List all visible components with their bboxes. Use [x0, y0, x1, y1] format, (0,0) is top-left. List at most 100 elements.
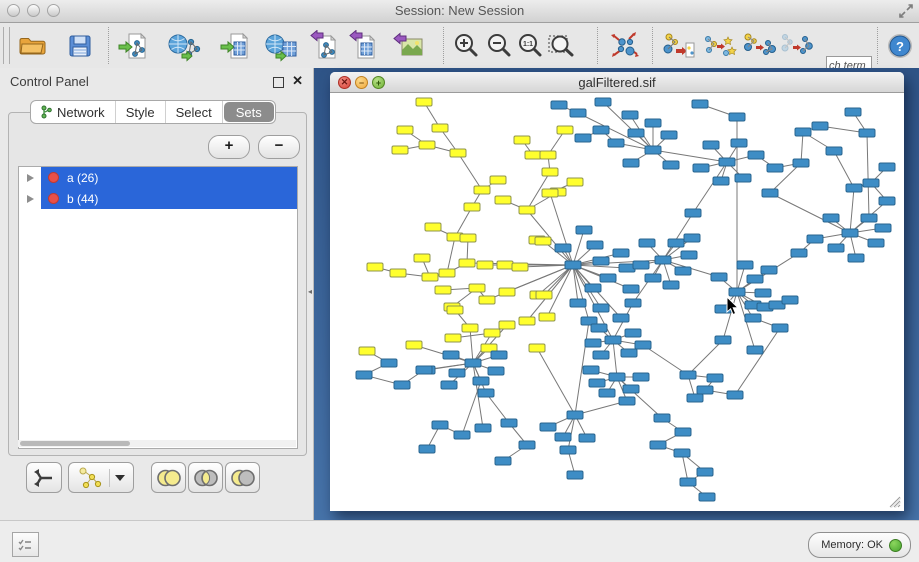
- graph-node[interactable]: [635, 341, 651, 349]
- graph-node[interactable]: [767, 164, 783, 172]
- graph-node[interactable]: [478, 389, 494, 397]
- graph-edge[interactable]: [850, 188, 854, 233]
- graph-node[interactable]: [823, 214, 839, 222]
- graph-edge[interactable]: [688, 340, 723, 375]
- graph-node[interactable]: [711, 273, 727, 281]
- graph-node[interactable]: [663, 161, 679, 169]
- graph-node[interactable]: [589, 379, 605, 387]
- graph-node[interactable]: [680, 371, 696, 379]
- graph-node[interactable]: [861, 214, 877, 222]
- graph-node[interactable]: [599, 389, 615, 397]
- graph-edge[interactable]: [643, 345, 688, 375]
- graph-node[interactable]: [661, 131, 677, 139]
- close-panel-icon[interactable]: ✕: [292, 73, 303, 89]
- graph-node[interactable]: [879, 197, 895, 205]
- graph-node[interactable]: [715, 336, 731, 344]
- graph-node[interactable]: [605, 336, 621, 344]
- memory-status-badge[interactable]: Memory: OK: [808, 532, 911, 558]
- graph-node[interactable]: [772, 324, 788, 332]
- graph-node[interactable]: [680, 478, 696, 486]
- graph-node[interactable]: [713, 177, 729, 185]
- graph-node[interactable]: [495, 457, 511, 465]
- graph-node-selected[interactable]: [484, 329, 500, 337]
- graph-node[interactable]: [699, 493, 715, 501]
- set-difference-button[interactable]: [225, 462, 260, 493]
- graph-node[interactable]: [488, 367, 504, 375]
- fullscreen-icon[interactable]: [899, 4, 913, 18]
- graph-node[interactable]: [381, 359, 397, 367]
- graph-node-selected[interactable]: [536, 291, 552, 299]
- create-set-from-network-button[interactable]: [68, 462, 134, 493]
- graph-node[interactable]: [628, 129, 644, 137]
- graph-node[interactable]: [863, 179, 879, 187]
- graph-node-selected[interactable]: [390, 269, 406, 277]
- graph-edge[interactable]: [447, 237, 455, 273]
- graph-edge[interactable]: [613, 340, 617, 377]
- graph-node[interactable]: [846, 184, 862, 192]
- graph-node-selected[interactable]: [447, 306, 463, 314]
- remove-set-button[interactable]: −: [258, 135, 300, 159]
- graph-edge[interactable]: [537, 348, 575, 415]
- graph-node-selected[interactable]: [512, 263, 528, 271]
- graph-node[interactable]: [681, 251, 697, 259]
- graph-edge[interactable]: [801, 132, 803, 163]
- graph-node[interactable]: [879, 163, 895, 171]
- graph-node[interactable]: [623, 159, 639, 167]
- graph-node[interactable]: [585, 284, 601, 292]
- import-network-web-button[interactable]: [166, 28, 202, 64]
- open-session-button[interactable]: [14, 28, 50, 64]
- graph-node[interactable]: [621, 349, 637, 357]
- graph-node[interactable]: [567, 471, 583, 479]
- graph-node-selected[interactable]: [497, 261, 513, 269]
- graph-node-selected[interactable]: [477, 261, 493, 269]
- graph-node-selected[interactable]: [567, 178, 583, 186]
- graph-node-selected[interactable]: [464, 203, 480, 211]
- graph-node[interactable]: [579, 434, 595, 442]
- graph-node[interactable]: [560, 446, 576, 454]
- tab-sets[interactable]: Sets: [224, 102, 274, 122]
- graph-node[interactable]: [501, 419, 517, 427]
- graph-node[interactable]: [613, 314, 629, 322]
- graph-node[interactable]: [519, 441, 535, 449]
- graph-node[interactable]: [619, 397, 635, 405]
- graph-node[interactable]: [685, 209, 701, 217]
- graph-node[interactable]: [585, 339, 601, 347]
- graph-node-selected[interactable]: [462, 324, 478, 332]
- graph-node[interactable]: [692, 100, 708, 108]
- graph-node[interactable]: [622, 111, 638, 119]
- graph-node[interactable]: [593, 304, 609, 312]
- graph-node[interactable]: [609, 373, 625, 381]
- import-network-file-button[interactable]: [115, 28, 151, 64]
- graph-node-selected[interactable]: [525, 151, 541, 159]
- graph-edge[interactable]: [770, 193, 850, 233]
- dropdown-arrow-icon[interactable]: [115, 475, 125, 481]
- graph-node[interactable]: [465, 359, 481, 367]
- graph-node[interactable]: [595, 98, 611, 106]
- graph-node[interactable]: [663, 281, 679, 289]
- zoom-in-button[interactable]: [448, 28, 484, 64]
- zoom-fit-selected-button[interactable]: [544, 28, 580, 64]
- splitter-collapse-arrow[interactable]: ◂: [308, 286, 314, 297]
- graph-node[interactable]: [555, 244, 571, 252]
- graph-node[interactable]: [737, 261, 753, 269]
- graph-node[interactable]: [755, 289, 771, 297]
- graph-node[interactable]: [593, 257, 609, 265]
- graph-node[interactable]: [555, 433, 571, 441]
- graph-node-selected[interactable]: [535, 237, 551, 245]
- graph-node[interactable]: [645, 119, 661, 127]
- graph-node-selected[interactable]: [499, 288, 515, 296]
- graph-node[interactable]: [675, 267, 691, 275]
- zoom-actual-button[interactable]: 1:1: [512, 28, 548, 64]
- graph-node-selected[interactable]: [499, 321, 515, 329]
- apply-layout-button[interactable]: [607, 28, 643, 64]
- network-canvas[interactable]: [331, 93, 903, 510]
- graph-node-selected[interactable]: [416, 98, 432, 106]
- graph-node[interactable]: [654, 414, 670, 422]
- graph-node[interactable]: [449, 369, 465, 377]
- graph-node[interactable]: [828, 244, 844, 252]
- graph-node[interactable]: [668, 239, 684, 247]
- graph-node-selected[interactable]: [529, 344, 545, 352]
- graph-edge[interactable]: [867, 133, 869, 218]
- disclosure-triangle-icon[interactable]: [27, 174, 34, 182]
- graph-node[interactable]: [727, 391, 743, 399]
